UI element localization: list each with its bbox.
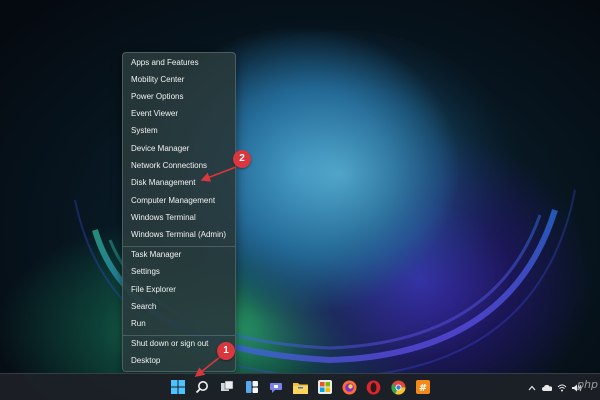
menu-item-apps-and-features[interactable]: Apps and Features <box>123 55 235 71</box>
widgets-icon[interactable] <box>243 378 261 396</box>
system-tray <box>528 374 582 400</box>
step-badge-1: 1 <box>217 342 235 360</box>
menu-item-task-manager[interactable]: Task Manager <box>123 247 235 263</box>
menu-item-event-viewer[interactable]: Event Viewer <box>123 106 235 122</box>
menu-item-disk-management[interactable]: Disk Management <box>123 175 235 191</box>
menu-item-mobility-center[interactable]: Mobility Center <box>123 72 235 88</box>
menu-item-windows-terminal-admin[interactable]: Windows Terminal (Admin) <box>123 227 235 243</box>
firefox-icon[interactable] <box>340 378 358 396</box>
slack-icon[interactable]: # <box>414 378 432 396</box>
task-view-icon[interactable] <box>218 378 236 396</box>
menu-item-windows-terminal[interactable]: Windows Terminal <box>123 210 235 226</box>
step-badge-2: 2 <box>233 150 251 168</box>
wifi-icon[interactable] <box>557 384 567 392</box>
winx-context-menu: Apps and Features Mobility Center Power … <box>122 52 236 372</box>
menu-item-settings[interactable]: Settings <box>123 264 235 280</box>
menu-item-network-connections[interactable]: Network Connections <box>123 158 235 174</box>
menu-item-computer-management[interactable]: Computer Management <box>123 193 235 209</box>
opera-icon[interactable] <box>364 378 382 396</box>
menu-item-system[interactable]: System <box>123 123 235 139</box>
menu-item-device-manager[interactable]: Device Manager <box>123 141 235 157</box>
menu-item-search[interactable]: Search <box>123 299 235 315</box>
menu-item-power-options[interactable]: Power Options <box>123 89 235 105</box>
desktop: Apps and Features Mobility Center Power … <box>0 0 600 400</box>
search-icon[interactable] <box>193 378 211 396</box>
chevron-up-icon[interactable] <box>528 384 536 392</box>
watermark-logo: php <box>577 378 598 391</box>
taskbar: # <box>0 373 600 400</box>
teams-chat-icon[interactable] <box>267 378 285 396</box>
menu-item-file-explorer[interactable]: File Explorer <box>123 282 235 298</box>
onedrive-icon[interactable] <box>542 384 552 392</box>
edge-icon[interactable] <box>316 378 334 396</box>
windows-start-icon[interactable] <box>169 378 187 396</box>
chrome-icon[interactable] <box>389 378 407 396</box>
svg-text:#: # <box>419 383 427 394</box>
file-explorer-icon[interactable] <box>291 378 309 396</box>
wallpaper <box>74 30 576 380</box>
menu-item-run[interactable]: Run <box>123 316 235 332</box>
